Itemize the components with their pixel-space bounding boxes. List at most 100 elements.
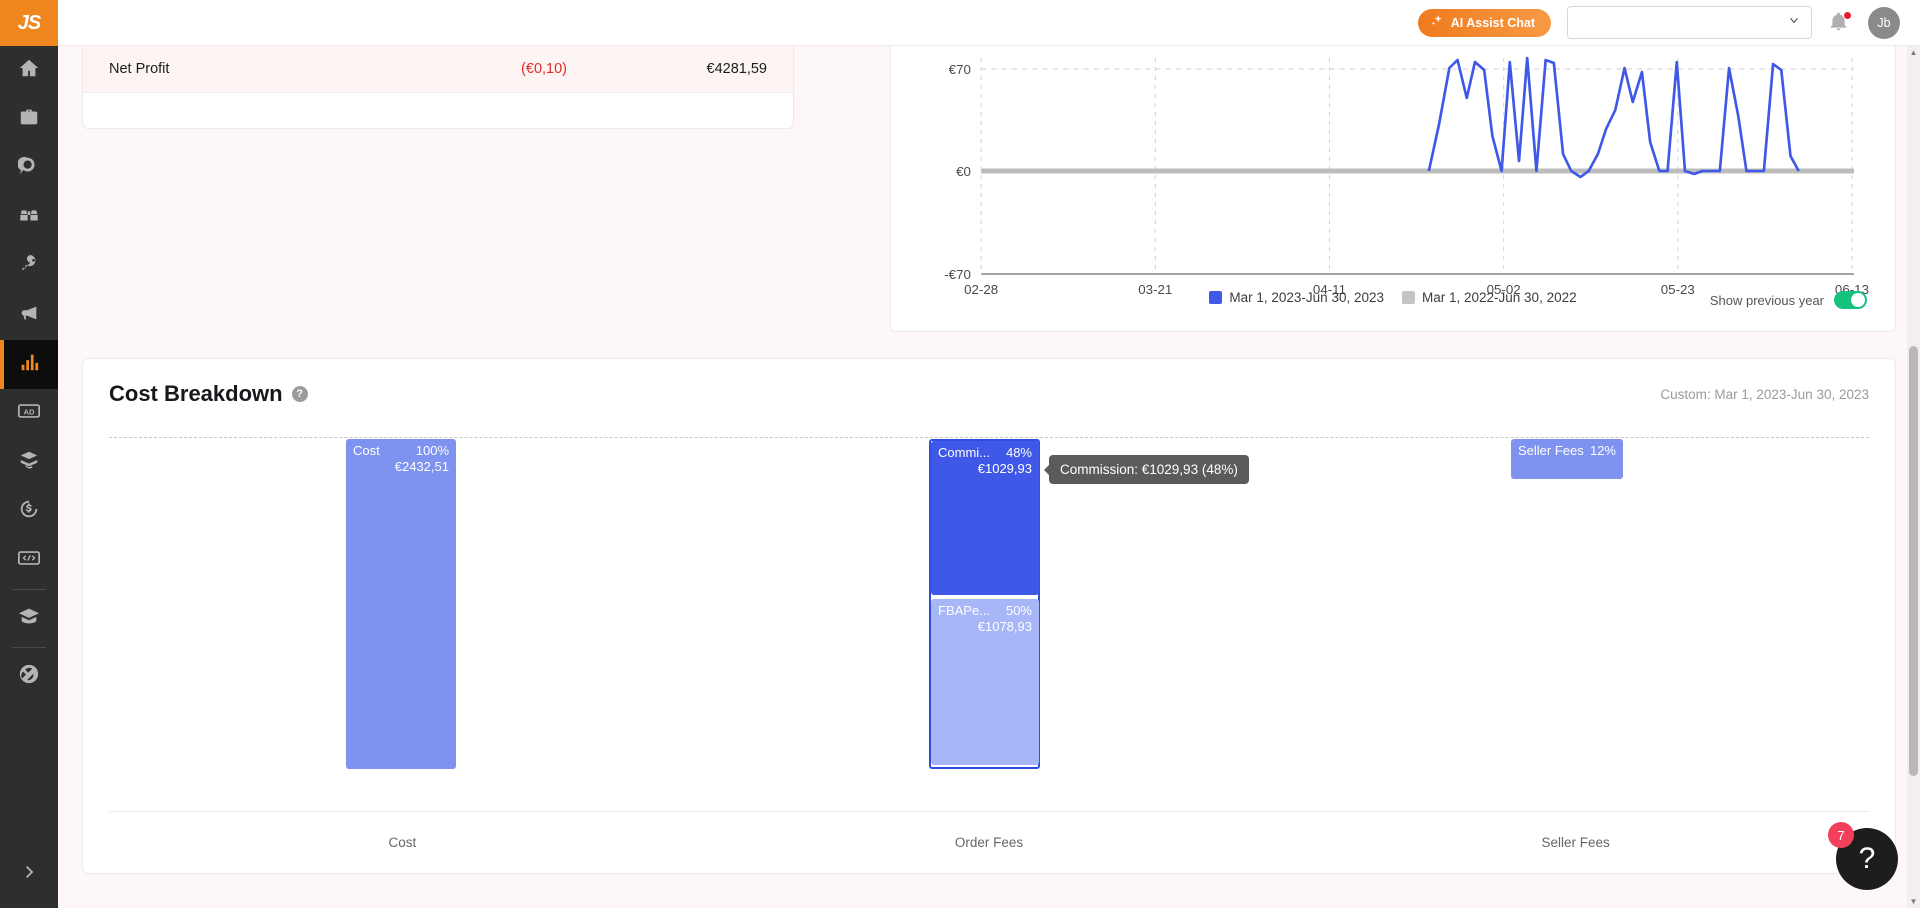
key-icon (18, 253, 40, 280)
net-profit-change: (€0,10) (521, 61, 567, 77)
svg-text:€70: €70 (949, 62, 971, 77)
axis-label-cost: Cost (388, 835, 417, 850)
primary-sidebar: JS AD (0, 0, 58, 908)
question-mark-icon: ? (1858, 842, 1876, 875)
sidebar-divider (12, 589, 46, 590)
tile-value-fba-fee: €1078,93 (977, 619, 1032, 634)
tile-value-commission: €1029,93 (977, 461, 1032, 476)
briefcase-icon (18, 106, 40, 133)
bar-chart-icon (18, 351, 40, 378)
treemap-tooltip: Commission: €1029,93 (48%) (1049, 455, 1249, 484)
megaphone-icon (18, 302, 40, 329)
show-previous-year-toggle[interactable] (1834, 291, 1867, 309)
legend-item-current[interactable]: Mar 1, 2023-Jun 30, 2023 (1209, 290, 1384, 305)
tile-top-fba: FBAPe... 50% (931, 599, 1039, 618)
sidebar-item-promotions[interactable] (0, 291, 58, 340)
legend-label-current: Mar 1, 2023-Jun 30, 2023 (1229, 290, 1384, 305)
net-profit-row[interactable]: Net Profit (€0,10) €4281,59 (83, 46, 793, 93)
code-icon (18, 547, 40, 574)
sidebar-item-product-database[interactable] (0, 95, 58, 144)
app-logo[interactable]: JS (0, 0, 58, 46)
cost-breakdown-title-wrap: Cost Breakdown ? (109, 381, 308, 407)
cost-breakdown-title: Cost Breakdown (109, 381, 283, 406)
show-previous-year-control: Show previous year (1710, 291, 1867, 309)
graduation-cap-icon (18, 605, 40, 632)
notifications-button[interactable] (1828, 10, 1852, 36)
net-profit-label: Net Profit (109, 61, 170, 77)
search-icon (17, 155, 40, 182)
sidebar-item-opportunity-finder[interactable] (0, 144, 58, 193)
sidebar-expand-button[interactable] (0, 854, 58, 894)
axis-label-order-fees: Order Fees (954, 835, 1024, 850)
tile-label-seller-fees: Seller Fees (1518, 443, 1584, 458)
account-select[interactable] (1567, 6, 1812, 39)
toggle-knob (1851, 293, 1865, 307)
tile-top-seller: Seller Fees 12% (1511, 439, 1623, 458)
cost-breakdown-header: Cost Breakdown ? Custom: Mar 1, 2023-Jun… (83, 359, 1895, 407)
treemap-tile-seller-fees[interactable]: Seller Fees 12% (1511, 439, 1623, 479)
help-badge-count: 7 (1828, 822, 1854, 848)
tile-percent-fba-fee: 50% (1005, 603, 1032, 618)
user-avatar[interactable]: Jb (1868, 6, 1900, 39)
bell-icon (1828, 12, 1849, 36)
sidebar-item-analytics[interactable] (0, 340, 58, 389)
profit-loss-panel: Net Profit (€0,10) €4281,59 (82, 46, 794, 129)
scroll-down-arrow[interactable]: ▼ (1907, 895, 1920, 908)
svg-text:€0: €0 (956, 164, 971, 179)
tile-label-fba-fee: FBAPe... (938, 603, 991, 618)
partners-icon (18, 663, 40, 690)
ai-assist-chat-button[interactable]: AI Assist Chat (1417, 8, 1551, 37)
sidebar-item-developer[interactable] (0, 536, 58, 585)
chevron-down-icon (1787, 13, 1801, 32)
cost-breakdown-axis: Cost Order Fees Seller Fees (109, 811, 1869, 873)
tile-label-cost: Cost (353, 443, 380, 458)
net-profit-total: €4281,59 (706, 61, 767, 77)
tile-top-commission: Commi... 48% (931, 441, 1039, 460)
sidebar-item-advertising[interactable]: AD (0, 389, 58, 438)
legend-swatch-current (1209, 291, 1223, 304)
svg-text:AD: AD (24, 407, 35, 416)
legend-label-previous: Mar 1, 2022-Jun 30, 2022 (1422, 290, 1577, 305)
tile-top-cost: Cost 100% (346, 439, 456, 458)
sidebar-item-keyword-tool[interactable] (0, 242, 58, 291)
treemap-tile-fba-fee[interactable]: FBAPe... 50% €1078,93 (931, 599, 1039, 765)
top-panels-row: Net Profit (€0,10) €4281,59 €70 €0 -€70 … (58, 46, 1920, 332)
axis-label-seller-fees: Seller Fees (1541, 835, 1610, 850)
sparkle-icon (1430, 14, 1444, 31)
sidebar-divider (12, 647, 46, 648)
help-support-button[interactable]: ? 7 (1828, 822, 1898, 890)
treemap-tile-cost[interactable]: Cost 100% €2432,51 (346, 439, 456, 769)
chevron-right-icon (20, 863, 38, 886)
scroll-up-arrow[interactable]: ▲ (1907, 46, 1920, 59)
sidebar-item-inventory[interactable] (0, 438, 58, 487)
binoculars-icon (18, 204, 40, 231)
legend-swatch-previous (1402, 291, 1415, 304)
ad-icon: AD (18, 400, 40, 427)
line-chart[interactable]: €70 €0 -€70 02-28 03-21 04-11 05-02 05-2… (891, 46, 1895, 296)
sidebar-item-home[interactable] (0, 46, 58, 95)
treemap-tile-commission[interactable]: Commi... 48% €1029,93 (931, 441, 1039, 595)
notification-badge (1843, 10, 1852, 20)
tile-percent-seller-fees: 12% (1589, 443, 1616, 458)
tile-label-commission: Commi... (938, 445, 990, 460)
cost-breakdown-card: Cost Breakdown ? Custom: Mar 1, 2023-Jun… (82, 358, 1896, 874)
app-root: JS AD AI Assist Chat Jb Net Profit (€0,1… (0, 0, 1920, 908)
sidebar-item-academy[interactable] (0, 594, 58, 643)
scrollbar-thumb[interactable] (1909, 346, 1918, 776)
sidebar-item-keyword-scout[interactable] (0, 193, 58, 242)
main-content: Net Profit (€0,10) €4281,59 €70 €0 -€70 … (58, 46, 1920, 908)
home-icon (18, 57, 40, 84)
sidebar-item-refunds[interactable] (0, 487, 58, 536)
cost-breakdown-date-range: Custom: Mar 1, 2023-Jun 30, 2023 (1660, 386, 1869, 402)
tile-percent-cost: 100% (415, 443, 449, 458)
treemap-area: Cost 100% €2432,51 Commi... 48% €1029,93… (109, 437, 1869, 803)
top-header: AI Assist Chat Jb (58, 0, 1920, 46)
ai-assist-chat-label: AI Assist Chat (1450, 15, 1535, 30)
sidebar-item-partners[interactable] (0, 652, 58, 701)
tile-value-cost: €2432,51 (394, 459, 449, 474)
help-circle-icon[interactable]: ? (291, 386, 308, 402)
legend-item-previous[interactable]: Mar 1, 2022-Jun 30, 2022 (1402, 290, 1577, 305)
page-scrollbar[interactable]: ▲ ▼ (1907, 46, 1920, 908)
show-previous-year-label: Show previous year (1709, 292, 1824, 308)
inventory-refresh-icon (18, 449, 40, 476)
